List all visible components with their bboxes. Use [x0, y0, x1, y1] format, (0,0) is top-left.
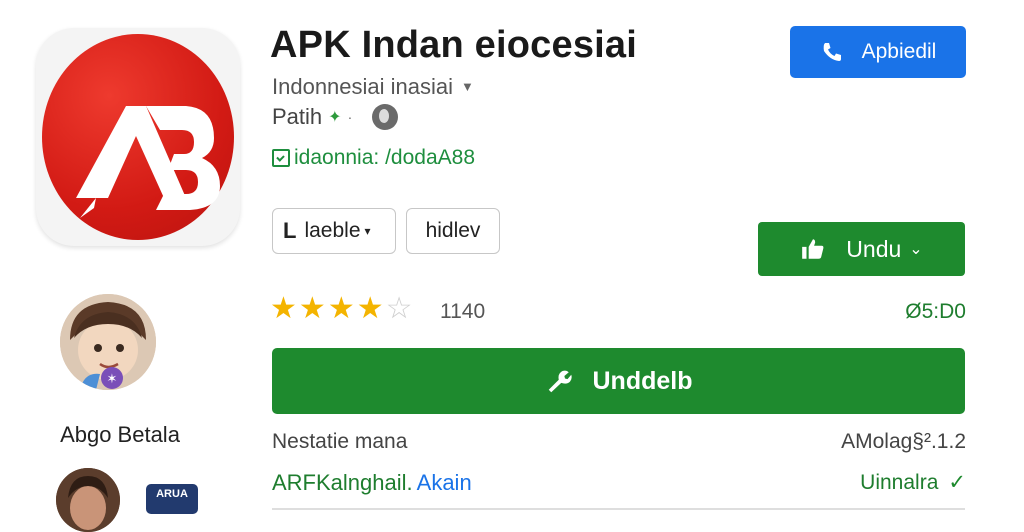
app-icon-logo: [76, 106, 220, 218]
star-icon: ★: [270, 292, 297, 325]
contains-ads-row: idaonnia: /dodaA88: [272, 146, 475, 170]
status-text: Uinnalra: [860, 471, 939, 494]
filter-chip-label[interactable]: L laeble ▾: [272, 208, 396, 254]
chip-text: laeble: [304, 219, 361, 242]
permissions-link[interactable]: Akain: [417, 470, 472, 495]
partner-logo-text: ARUA: [156, 488, 188, 500]
developer-avatar[interactable]: ✶: [60, 294, 156, 390]
star-icon: ★: [327, 292, 355, 325]
price-label: Ø5:D0: [905, 300, 966, 323]
category-label: Patih: [272, 104, 323, 129]
star-empty-icon: ☆: [385, 292, 413, 325]
thumbs-up-icon: [802, 239, 824, 259]
call-button[interactable]: Apbiedil: [790, 26, 966, 78]
star-icon: ★: [298, 292, 326, 325]
developer-name-caption: Abgo Betala: [60, 422, 180, 447]
chip-text: hidlev: [425, 219, 481, 242]
chevron-down-icon: ⌄: [909, 241, 923, 258]
status-row: Uinnalra ✓: [780, 470, 966, 495]
chevron-down-icon: ▾: [364, 224, 371, 238]
app-title: APK Indan eiocesiai: [270, 24, 638, 66]
svg-text:✶: ✶: [107, 372, 118, 387]
permissions-row: ARFKalnghail. Akain: [272, 470, 472, 496]
app-icon: [36, 28, 240, 246]
review-count: 1140: [440, 300, 486, 323]
version-label: AMolag§².1.2: [841, 430, 966, 453]
partner-logo: ARUA: [146, 484, 198, 514]
star-rating: ★ ★ ★ ★ ☆: [270, 294, 413, 324]
like-dropdown-button[interactable]: Undu ⌄: [758, 222, 965, 276]
category-row: Patih ✦ ·: [272, 104, 399, 130]
contains-ads-label: idaonnia: /dodaA88: [294, 146, 475, 169]
filter-chip-hide[interactable]: hidlev: [406, 208, 500, 254]
like-button-label: Undu: [846, 235, 902, 262]
star-icon: ★: [356, 292, 384, 325]
developer-link[interactable]: Indonnesiai inasiai ▼: [272, 74, 474, 100]
install-button-label: Unddelb: [592, 366, 693, 395]
info-label: Nestatie mana: [272, 430, 408, 453]
divider: [272, 508, 965, 510]
install-button[interactable]: Unddelb: [272, 348, 965, 414]
wrench-icon: [548, 370, 572, 393]
developer-name: Indonnesiai inasiai: [272, 74, 454, 99]
permissions-text: ARFKalnghail.: [272, 470, 413, 495]
avatar-illustration: [56, 468, 120, 532]
call-button-label: Apbiedil: [861, 40, 937, 63]
avatar-illustration: ✶: [60, 294, 156, 390]
chevron-down-icon: ▼: [461, 79, 474, 94]
check-icon: ✓: [948, 471, 966, 494]
globe-icon: [372, 104, 399, 130]
label-icon: L: [283, 218, 297, 243]
phone-icon: [823, 43, 841, 61]
leaf-icon: ✦: [328, 109, 342, 126]
dot-icon: ·: [347, 109, 353, 125]
ads-box-icon: [272, 149, 290, 167]
user-avatar[interactable]: [56, 468, 120, 532]
